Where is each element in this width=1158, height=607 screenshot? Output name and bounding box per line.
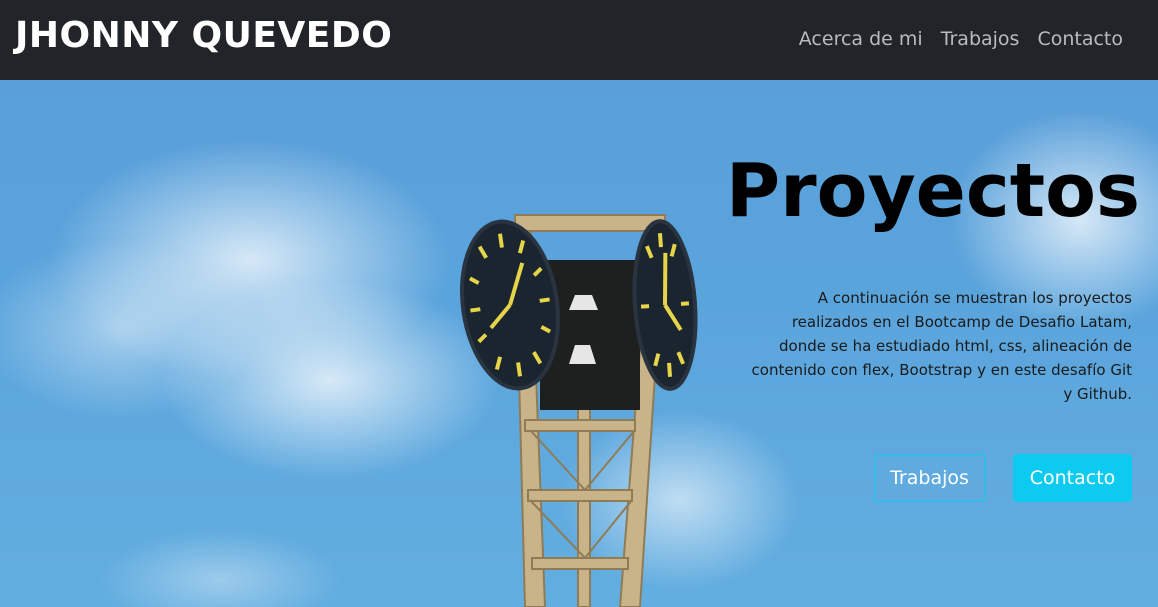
brand-logo[interactable]: JHONNY QUEVEDO	[15, 12, 392, 60]
navbar: JHONNY QUEVEDO Acerca de mi Trabajos Con…	[0, 0, 1158, 80]
trabajos-button[interactable]: Trabajos	[874, 454, 985, 502]
nav-links: Acerca de mi Trabajos Contacto	[799, 24, 1123, 54]
nav-link-acerca[interactable]: Acerca de mi	[799, 24, 923, 54]
hero-description: A continuación se muestran los proyectos…	[751, 289, 1132, 403]
hero-section: Proyectos A continuación se muestran los…	[0, 80, 1158, 607]
nav-link-trabajos[interactable]: Trabajos	[941, 24, 1020, 54]
contacto-button[interactable]: Contacto	[1013, 454, 1132, 502]
hero-title: Proyectos	[725, 148, 1140, 234]
nav-link-contacto[interactable]: Contacto	[1037, 24, 1123, 54]
